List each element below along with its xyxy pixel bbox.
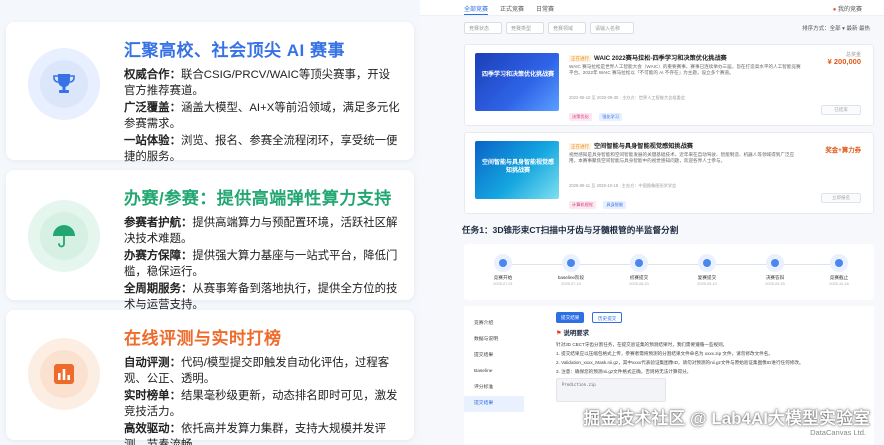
competition-timeline: 竞赛开始 2025-07-01 baseline阶段 2025-07-15 初赛… — [464, 244, 874, 300]
instruction-paragraph: 1. 提交结果应以压缩包格式上传，参赛者需将预测的分割结果文件命名为 xxxx.… — [556, 351, 773, 356]
finish-icon — [835, 259, 843, 267]
code-example: Prediction.zip — [556, 378, 666, 402]
competition-description: 视觉感知是具身智能和空间智能发展的关键基础技术，近年来在自动驾驶、智能制造、机器… — [569, 152, 795, 164]
tab-daily-competitions[interactable]: 日常赛 — [536, 4, 554, 13]
sidenav-item[interactable]: 评分标准 — [464, 380, 524, 396]
competition-name[interactable]: 正在进行 空间智能与具身智能视觉感知挑战赛 — [569, 141, 693, 150]
watermark-sub: DataCanvas Ltd. — [810, 428, 866, 437]
bar-chart-icon — [54, 364, 74, 384]
flag-icon: ⚑ — [556, 330, 562, 337]
tag: 计算机视觉 — [569, 201, 596, 209]
competition-tags: 计算机视觉 具身智能 — [569, 193, 629, 211]
section-title: ⚑ 说明要求 — [556, 330, 590, 337]
prize-amount: ¥ 200,000 — [827, 57, 861, 66]
competition-tags: 决策优化 强化学习 — [569, 105, 625, 123]
tag: 强化学习 — [599, 113, 622, 121]
timeline-step: 初赛提交 2025-08-20 — [614, 254, 664, 286]
feature-card-competitions: 汇聚高校、社会顶尖 AI 赛事 权威合作：联合CSIG/PRCV/WAIC等顶尖… — [6, 22, 414, 163]
feature-card-compute: 办赛/参赛：提供高端弹性算力支持 参赛者护航：提供高端算力与预配置环境，活跃社区… — [6, 170, 414, 311]
my-competitions-link[interactable]: ● 我的竞赛 — [833, 4, 862, 13]
feature-icon-ring — [28, 338, 100, 410]
upload-icon — [703, 259, 711, 267]
feature-icon-ring — [28, 200, 100, 272]
user-icon: ● — [832, 7, 837, 13]
timeline-step: 竞赛开始 2025-07-01 — [478, 254, 528, 286]
tag: 具身智能 — [603, 201, 627, 209]
sidenav-item[interactable]: 提交结果 — [464, 348, 524, 364]
feature-title: 办赛/参赛：提供高端弹性算力支持 — [124, 189, 392, 208]
competition-meta: 2025-06-11 至 2025-10-18 · 主办方：中国图象图形学学会 — [569, 183, 677, 188]
tab-submit[interactable]: 提交结果 — [556, 312, 585, 323]
instruction-paragraph: 2. Validation_xxxx_Mask.nii.gz，其中xxxx代表验… — [556, 360, 804, 365]
competition-banner: 空间智能与具身智能视觉感知挑战赛 — [475, 141, 559, 199]
timeline-step: baseline阶段 2025-07-15 — [546, 254, 596, 286]
tab-all-competitions[interactable]: 全部竞赛 — [464, 4, 489, 15]
timeline-step: 复赛提交 2025-09-10 — [682, 254, 732, 286]
tab-history[interactable]: 历史提交 — [592, 312, 623, 323]
timeline-step: 决赛答辩 2025-09-25 — [750, 254, 800, 286]
competition-card[interactable]: 四季学习和决策优化挑战赛 正在进行 WAIC 2022赛马拉松-四季学习和决策优化… — [464, 44, 874, 126]
feature-item: 广泛覆盖：涵盖大模型、AI+X等前沿领域，满足多元化参赛需求。 — [124, 102, 400, 130]
code-icon — [567, 259, 575, 267]
feature-title: 在线评测与实时打榜 — [124, 329, 282, 348]
umbrella-icon — [53, 225, 75, 248]
competition-card[interactable]: 空间智能与具身智能视觉感知挑战赛 正在进行 空间智能与具身智能视觉感知挑战赛 视觉… — [464, 132, 874, 214]
tab-official-competitions[interactable]: 正式竞赛 — [500, 4, 524, 13]
feature-item: 全周期服务：从赛事筹备到落地执行，提供全方位的技术与运营支持。 — [124, 283, 398, 311]
feature-item: 权威合作：联合CSIG/PRCV/WAIC等顶尖赛事，开设官方推荐赛道。 — [124, 69, 391, 97]
competition-sidenav: 竞赛介绍 数据与说明 提交结果 Baseline 评分标准 提交结果 — [464, 316, 524, 412]
sidenav-item-active[interactable]: 提交结果 — [464, 396, 524, 412]
feature-item: 实时榜单：结果毫秒级更新，动态排名即时可见，激发竞技活力。 — [124, 390, 398, 418]
feature-item: 高效驱动：依托高并发算力集群，支持大规模并发评测，节奏流畅。 — [124, 423, 387, 445]
submission-instructions: ⚑ 说明要求 针对3D CBCT牙齿分割任务，在提交验证集的预测结果时，我们需要… — [556, 328, 862, 402]
search-input[interactable]: 请输入名称 — [590, 22, 634, 34]
prize-amount: 奖金+算力券 — [825, 147, 861, 154]
competition-meta: 2022-06-10 至 2022-08-30 · 主办方：世界人工智能大会组委… — [569, 95, 685, 100]
competition-banner: 四季学习和决策优化挑战赛 — [475, 53, 559, 111]
feature-icon-ring — [28, 48, 100, 120]
feature-item: 办赛方保障：提供强大算力基座与一站式平台，降低门槛，稳保运行。 — [124, 250, 398, 278]
tag: 决策优化 — [569, 113, 592, 121]
instruction-paragraph: 3. 注意：确保您的预测nii.gz文件格式正确，否则将无法计算得分。 — [556, 369, 692, 374]
sidenav-item[interactable]: 数据与说明 — [464, 332, 524, 348]
type-filter[interactable]: 竞赛类型 — [506, 22, 544, 34]
upload-icon — [635, 259, 643, 267]
feature-panel: 汇聚高校、社会顶尖 AI 赛事 权威合作：联合CSIG/PRCV/WAIC等顶尖… — [0, 0, 420, 445]
competition-name[interactable]: 正在进行 WAIC 2022赛马拉松-四季学习和决策优化挑战赛 — [569, 53, 727, 62]
sidenav-item[interactable]: 竞赛介绍 — [464, 316, 524, 332]
feature-item: 一站体验：浏览、报名、参赛全流程闭环，享受统一便捷的服务。 — [124, 135, 398, 163]
feature-item: 自动评测：代码/模型提交即触发自动化评估，过程客观、公正、透明。 — [124, 357, 390, 385]
flag-icon — [499, 259, 507, 267]
status-badge: 正在进行 — [569, 143, 591, 150]
feature-title: 汇聚高校、社会顶尖 AI 赛事 — [124, 41, 345, 60]
feature-card-evaluation: 在线评测与实时打榜 自动评测：代码/模型提交即触发自动化评估，过程客观、公正、透… — [6, 310, 414, 445]
domain-filter[interactable]: 竞赛领域 — [548, 22, 586, 34]
presentation-icon — [771, 259, 779, 267]
platform-screenshot: 全部竞赛 正式竞赛 日常赛 ● 我的竞赛 竞赛状态 竞赛类型 竞赛领域 请输入名… — [420, 0, 884, 445]
register-button[interactable]: 立即报名 — [821, 193, 861, 203]
status-filter[interactable]: 竞赛状态 — [464, 22, 502, 34]
timeline-step: 竞赛截止 2025-10-18 — [814, 254, 864, 286]
platform-topbar: 全部竞赛 正式竞赛 日常赛 ● 我的竞赛 — [420, 0, 884, 16]
competition-status-button[interactable]: 已结束 — [821, 105, 861, 115]
instruction-paragraph: 针对3D CBCT牙齿分割任务，在提交验证集的预测结果时，我们需要遵循一些规则。 — [556, 342, 728, 347]
competition-description: WAIC 赛马拉松是世界人工智能大会（WAIC）的重要赛事，赛事已连续举办三届，… — [569, 64, 801, 76]
trophy-icon — [53, 74, 75, 93]
feature-item: 参赛者护航：提供高端算力与预配置环境，活跃社区解决技术难题。 — [124, 217, 398, 245]
task-title: 任务1：3D锥形束CT扫描中牙齿与牙髓根管的半监督分割 — [462, 225, 679, 235]
sidenav-item[interactable]: Baseline — [464, 364, 524, 380]
status-badge: 正在进行 — [569, 55, 591, 62]
watermark: 掘金技术社区 @ Lab4AI大模型实验室 — [583, 409, 870, 428]
sort-bar[interactable]: 排序方式：全部 ▾ 最新 最热 — [802, 24, 870, 32]
